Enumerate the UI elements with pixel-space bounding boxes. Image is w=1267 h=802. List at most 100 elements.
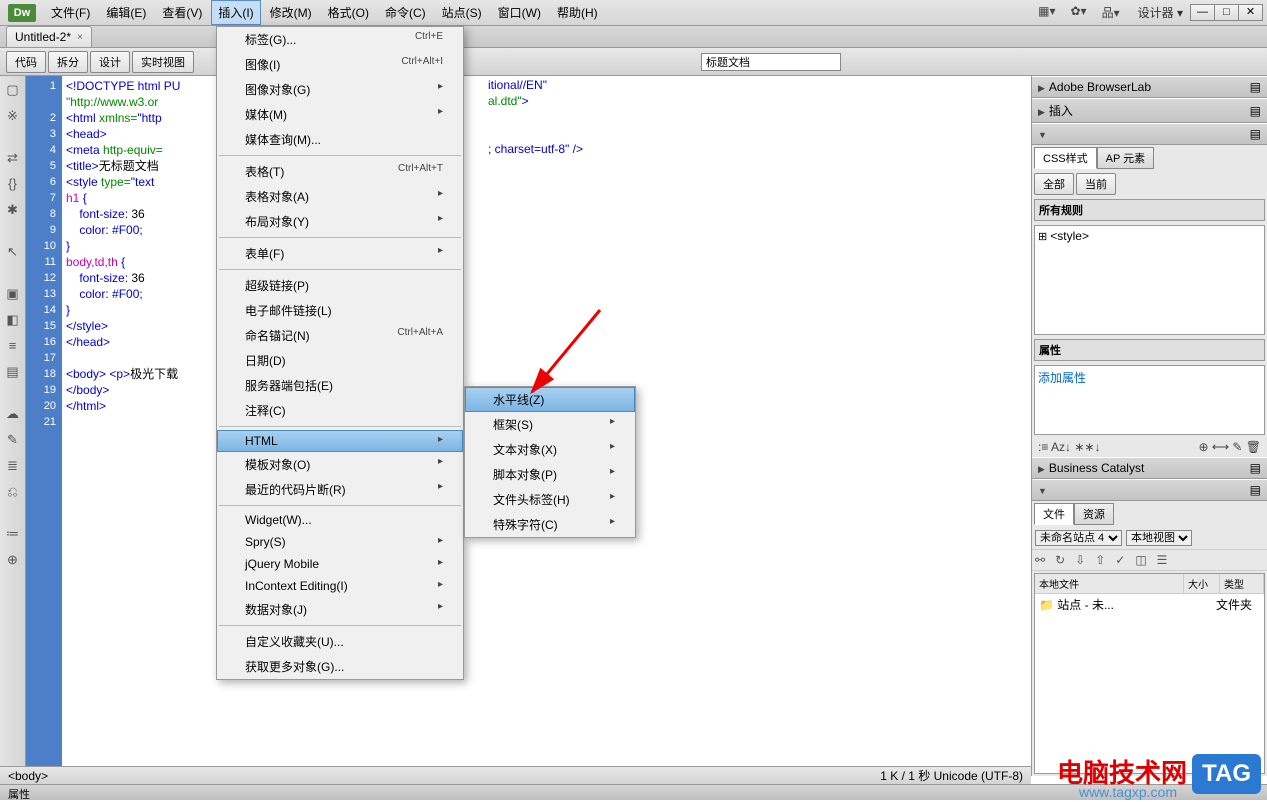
menu-item[interactable]: 媒体(M)▸	[217, 102, 463, 127]
html-submenu-dropdown[interactable]: 水平线(Z)框架(S)▸文本对象(X)▸脚本对象(P)▸文件头标签(H)▸特殊字…	[464, 386, 636, 538]
document-tab[interactable]: Untitled-2* ×	[6, 26, 92, 47]
menu-item[interactable]: 超级链接(P)	[217, 273, 463, 298]
col-size[interactable]: 大小	[1184, 574, 1220, 593]
menu-2[interactable]: 查看(V)	[155, 0, 209, 25]
menu-item[interactable]: 命名锚记(N)Ctrl+Alt+A	[217, 323, 463, 348]
menu-item[interactable]: 布局对象(Y)▸	[217, 209, 463, 234]
view-button[interactable]: 代码	[6, 51, 46, 73]
menu-item[interactable]: 获取更多对象(G)...	[217, 654, 463, 679]
submenu-item[interactable]: 特殊字符(C)▸	[465, 512, 635, 537]
menu-item[interactable]: 注释(C)	[217, 398, 463, 423]
panel-css[interactable]: ▼▤	[1032, 123, 1267, 145]
view-button[interactable]: 拆分	[48, 51, 88, 73]
get-icon[interactable]: ⇩	[1075, 553, 1085, 567]
file-row[interactable]: 📁 站点 - 未... 文件夹	[1035, 594, 1264, 615]
tag-selector[interactable]: <body>	[8, 769, 48, 783]
insert-menu-dropdown[interactable]: 标签(G)...Ctrl+E图像(I)Ctrl+Alt+I图像对象(G)▸媒体(…	[216, 26, 464, 680]
menu-0[interactable]: 文件(F)	[44, 0, 97, 25]
title-input[interactable]	[701, 53, 841, 71]
menu-item[interactable]: HTML▸	[217, 430, 463, 452]
menu-4[interactable]: 修改(M)	[263, 0, 319, 25]
expand-icon[interactable]: ◫	[1135, 553, 1146, 567]
tool-icon[interactable]: ≣	[4, 458, 22, 476]
tool-icon[interactable]: ↖	[4, 244, 22, 262]
list-icon[interactable]: ☰	[1157, 553, 1168, 567]
files-panel[interactable]: 本地文件 大小 类型 📁 站点 - 未... 文件夹	[1034, 573, 1265, 774]
tool-icon[interactable]: ☁	[4, 406, 22, 424]
minimize-button[interactable]: —	[1190, 4, 1215, 21]
tool-icon[interactable]: ※	[4, 108, 22, 126]
submenu-item[interactable]: 文本对象(X)▸	[465, 437, 635, 462]
menu-item[interactable]: Widget(W)...	[217, 509, 463, 531]
tab-css-styles[interactable]: CSS样式	[1034, 147, 1097, 169]
menu-5[interactable]: 格式(O)	[321, 0, 376, 25]
tab-resources[interactable]: 资源	[1074, 503, 1114, 525]
menu-item[interactable]: 数据对象(J)▸	[217, 597, 463, 622]
tool-icon[interactable]: ⊕	[4, 552, 22, 570]
layout-icon[interactable]: ▦▾	[1038, 4, 1055, 21]
css-all-button[interactable]: 全部	[1034, 173, 1074, 195]
menu-7[interactable]: 站点(S)	[435, 0, 489, 25]
submenu-item[interactable]: 脚本对象(P)▸	[465, 462, 635, 487]
col-localfile[interactable]: 本地文件	[1035, 574, 1184, 593]
refresh-icon[interactable]: ↻	[1055, 553, 1065, 567]
tool-icon[interactable]: ▣	[4, 286, 22, 304]
sync-icon[interactable]: ✓	[1115, 553, 1125, 567]
extend-icon[interactable]: 品▾	[1102, 4, 1120, 21]
menu-8[interactable]: 窗口(W)	[491, 0, 548, 25]
tool-icon[interactable]: ✎	[4, 432, 22, 450]
menu-item[interactable]: 媒体查询(M)...	[217, 127, 463, 152]
menu-item[interactable]: 表格(T)Ctrl+Alt+T	[217, 159, 463, 184]
tool-icon[interactable]: ◧	[4, 312, 22, 330]
files-action-icons[interactable]: ⚯ ↻ ⇩ ⇧ ✓ ◫ ☰	[1032, 550, 1267, 571]
menu-item[interactable]: 最近的代码片断(R)▸	[217, 477, 463, 502]
panel-insert[interactable]: ▶插入▤	[1032, 98, 1267, 123]
tool-icon[interactable]: ✱	[4, 202, 22, 220]
menu-item[interactable]: 标签(G)...Ctrl+E	[217, 27, 463, 52]
panel-files-hdr[interactable]: ▼▤	[1032, 479, 1267, 501]
tool-icon[interactable]: ▢	[4, 82, 22, 100]
menu-3[interactable]: 插入(I)	[211, 0, 260, 25]
menu-item[interactable]: jQuery Mobile▸	[217, 553, 463, 575]
tool-icon[interactable]: ≡	[4, 338, 22, 356]
site-select[interactable]: 未命名站点 4	[1035, 530, 1122, 546]
menu-item[interactable]: Spry(S)▸	[217, 531, 463, 553]
tab-close-icon[interactable]: ×	[77, 32, 83, 43]
menu-item[interactable]: 日期(D)	[217, 348, 463, 373]
css-current-button[interactable]: 当前	[1076, 173, 1116, 195]
menu-item[interactable]: 表格对象(A)▸	[217, 184, 463, 209]
close-button[interactable]: ✕	[1238, 4, 1263, 21]
col-type[interactable]: 类型	[1220, 574, 1264, 593]
submenu-item[interactable]: 框架(S)▸	[465, 412, 635, 437]
menu-item[interactable]: 图像对象(G)▸	[217, 77, 463, 102]
menu-item[interactable]: 模板对象(O)▸	[217, 452, 463, 477]
menu-item[interactable]: 服务器端包括(E)	[217, 373, 463, 398]
put-icon[interactable]: ⇧	[1095, 553, 1105, 567]
workspace-switcher[interactable]: 设计器 ▾	[1130, 4, 1191, 21]
tab-files[interactable]: 文件	[1034, 503, 1074, 525]
view-select[interactable]: 本地视图	[1126, 530, 1192, 546]
menu-item[interactable]: 自定义收藏夹(U)...	[217, 629, 463, 654]
tool-icon[interactable]: ⇄	[4, 150, 22, 168]
tool-icon[interactable]: ▤	[4, 364, 22, 382]
icon-group[interactable]: :≡ Aᴢ↓ ∗∗↓	[1038, 440, 1100, 454]
properties-box[interactable]: 添加属性	[1034, 365, 1265, 435]
menu-item[interactable]: 图像(I)Ctrl+Alt+I	[217, 52, 463, 77]
tool-icon[interactable]: ≔	[4, 526, 22, 544]
menu-9[interactable]: 帮助(H)	[550, 0, 605, 25]
menu-item[interactable]: 表单(F)▸	[217, 241, 463, 266]
tool-icon[interactable]: {}	[4, 176, 22, 194]
panel-bc[interactable]: ▶Business Catalyst▤	[1032, 457, 1267, 479]
titlebar-tool-icons[interactable]: ▦▾ ✿▾ 品▾	[1028, 4, 1129, 21]
view-button[interactable]: 设计	[90, 51, 130, 73]
menu-1[interactable]: 编辑(E)	[99, 0, 153, 25]
tab-ap-elements[interactable]: AP 元素	[1097, 147, 1155, 169]
rules-list[interactable]: ⊞ <style>	[1034, 225, 1265, 335]
submenu-item[interactable]: 水平线(Z)	[465, 387, 635, 412]
submenu-item[interactable]: 文件头标签(H)▸	[465, 487, 635, 512]
magnify-icon[interactable]: ✿▾	[1071, 4, 1087, 21]
view-button[interactable]: 实时视图	[132, 51, 194, 73]
icon-group[interactable]: ⊕ ⟷ ✎ 🗑	[1198, 440, 1261, 454]
connect-icon[interactable]: ⚯	[1035, 553, 1045, 567]
menu-6[interactable]: 命令(C)	[378, 0, 433, 25]
